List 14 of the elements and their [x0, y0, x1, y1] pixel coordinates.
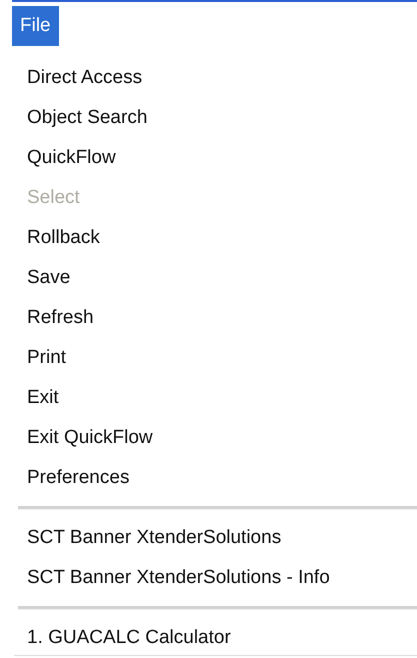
menu-item[interactable]: SCT Banner XtenderSolutions - Info: [27, 567, 330, 589]
menu-item[interactable]: Print: [27, 347, 66, 369]
menu-item[interactable]: Exit QuickFlow: [27, 427, 153, 449]
menu-item[interactable]: QuickFlow: [27, 147, 116, 169]
menu-item[interactable]: Save: [27, 267, 70, 289]
menu-item[interactable]: Direct Access: [27, 67, 142, 89]
menu-item[interactable]: Refresh: [27, 307, 94, 329]
menu-item[interactable]: Object Search: [27, 107, 148, 129]
file-menu[interactable]: File: [12, 6, 59, 46]
menu-item[interactable]: Rollback: [27, 227, 100, 249]
menu-item[interactable]: 1. GUACALC Calculator: [27, 627, 231, 649]
menu-item[interactable]: Preferences: [27, 467, 130, 489]
menu-item[interactable]: Exit: [27, 387, 59, 409]
menu-item[interactable]: SCT Banner XtenderSolutions: [27, 527, 282, 549]
